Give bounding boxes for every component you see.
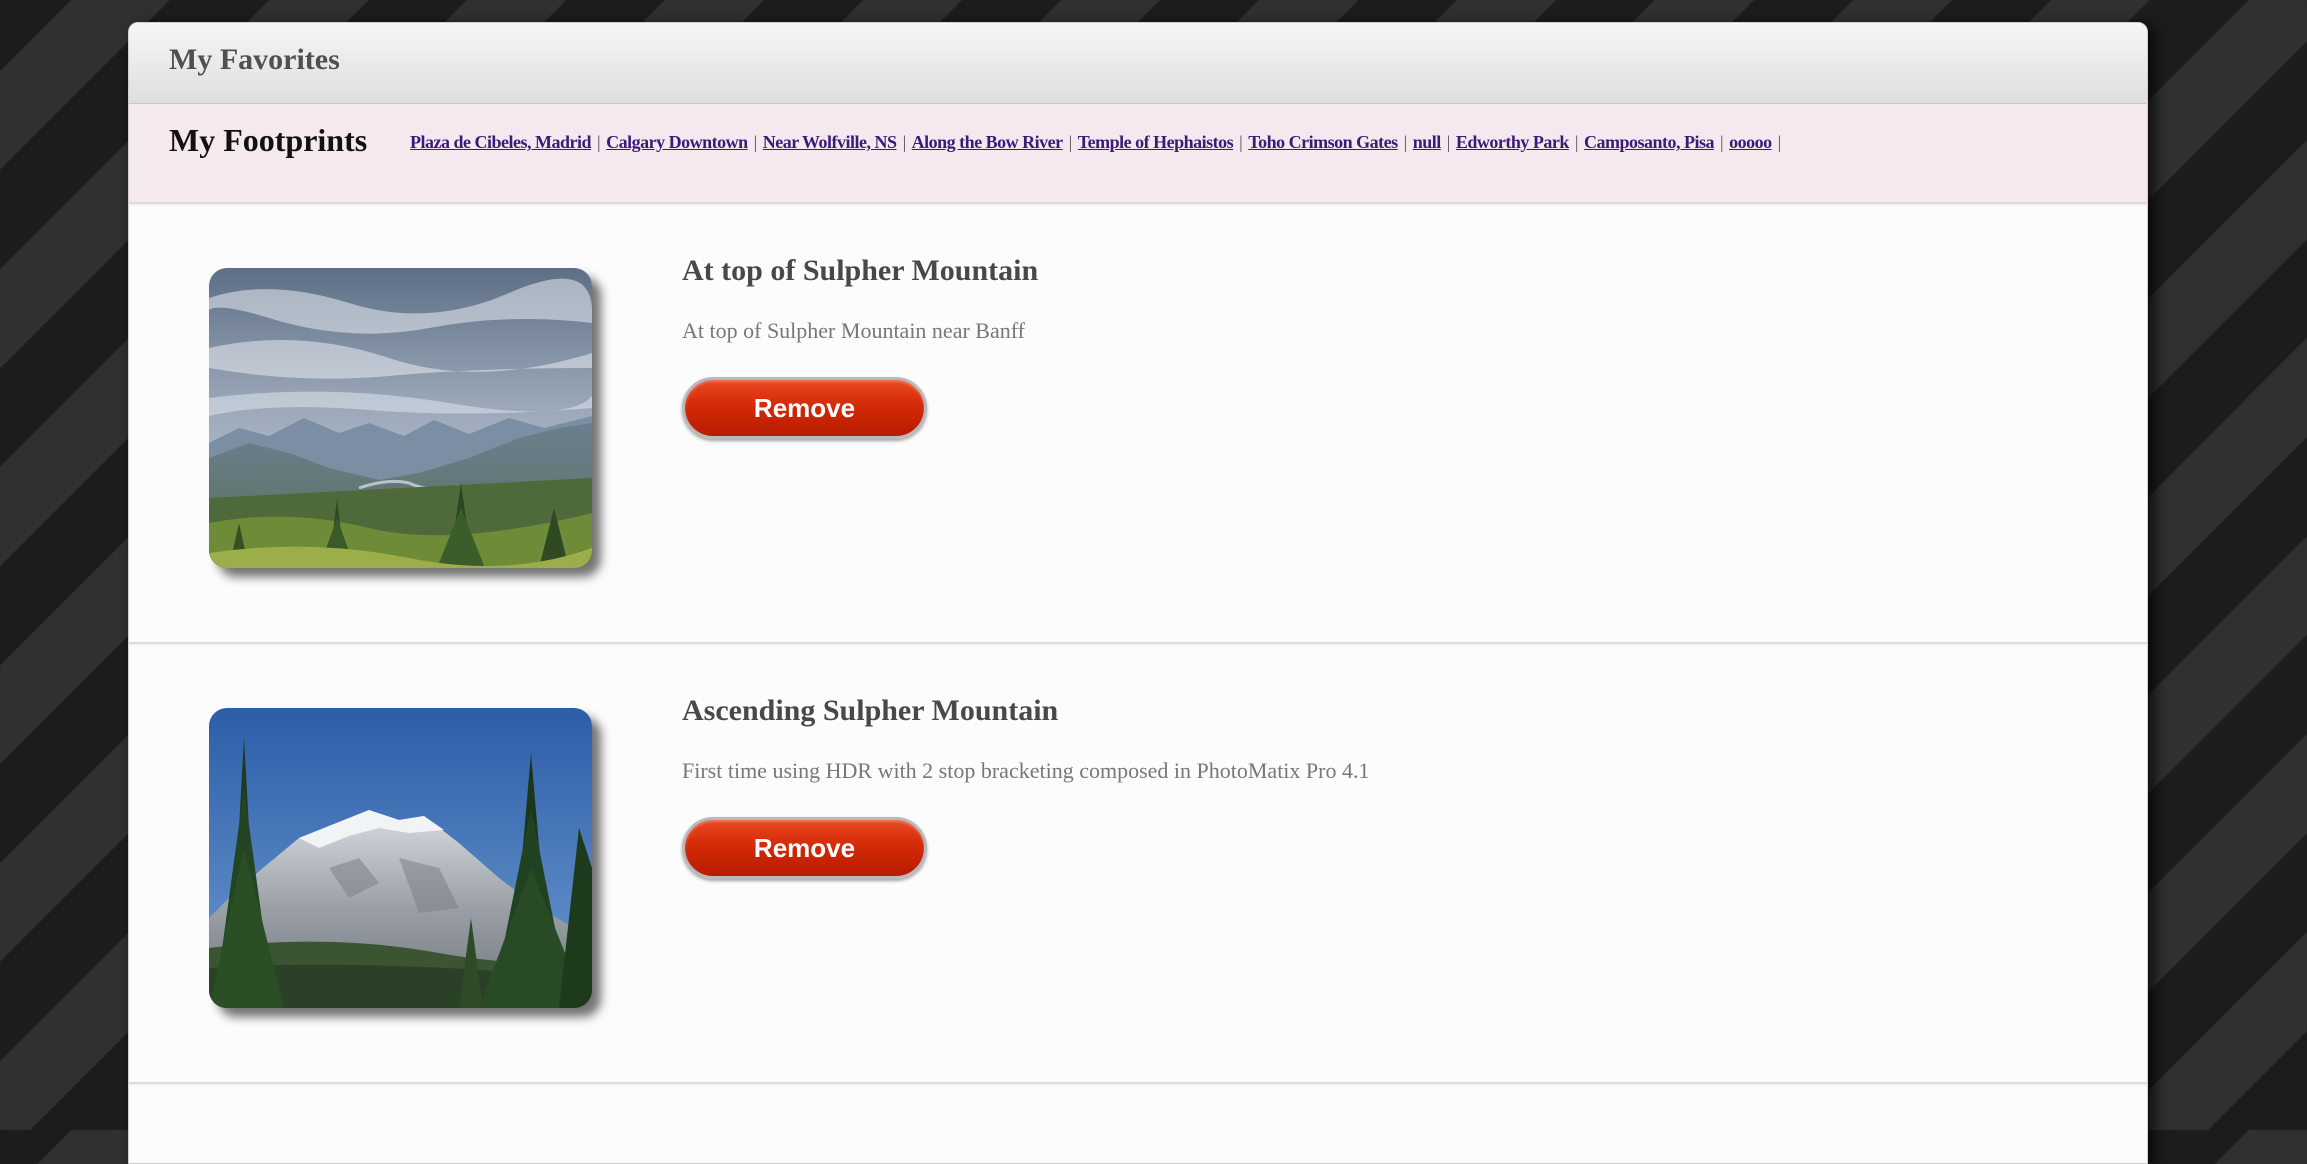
footprint-link[interactable]: Along the Bow River	[912, 132, 1064, 152]
favorite-title[interactable]: Ascending Sulpher Mountain	[682, 694, 1058, 728]
remove-button[interactable]: Remove	[682, 817, 927, 879]
footprint-link[interactable]: Edworthy Park	[1456, 132, 1570, 152]
favorites-panel: My Favorites My Footprints Plaza de Cibe…	[128, 22, 2148, 1164]
link-separator: |	[1777, 132, 1782, 152]
footprint-link[interactable]: null	[1413, 132, 1442, 152]
link-separator: |	[1403, 132, 1408, 152]
footprint-link[interactable]: Toho Crimson Gates	[1248, 132, 1398, 152]
link-separator: |	[1720, 132, 1724, 152]
remove-button[interactable]: Remove	[682, 377, 927, 439]
link-separator: |	[1068, 132, 1073, 152]
footprints-links: Plaza de Cibeles, Madrid | Calgary Downtow…	[410, 132, 1787, 153]
link-separator: |	[753, 132, 758, 152]
snowy-peak-photo-icon[interactable]	[209, 708, 592, 1008]
link-separator: |	[1446, 132, 1451, 152]
footprints-bar: My Footprints Plaza de Cibeles, Madrid | C…	[129, 104, 2147, 204]
link-separator: |	[1574, 132, 1579, 152]
link-separator: |	[902, 132, 907, 152]
footprint-link[interactable]: Calgary Downtown	[606, 132, 748, 152]
footprint-link[interactable]: ooooo	[1729, 132, 1772, 152]
footprint-link[interactable]: Near Wolfville, NS	[763, 132, 897, 152]
link-separator: |	[1239, 132, 1243, 152]
favorite-title[interactable]: At top of Sulpher Mountain	[682, 254, 1038, 288]
favorites-header: My Favorites	[129, 23, 2147, 104]
favorite-description: At top of Sulpher Mountain near Banff	[682, 318, 1025, 343]
footprint-link[interactable]: Plaza de Cibeles, Madrid	[410, 132, 591, 152]
footprint-link[interactable]: Temple of Hephaistos	[1078, 132, 1234, 152]
page-title: My Favorites	[169, 43, 340, 76]
favorite-item: Ascending Sulpher Mountain First time us…	[129, 644, 2147, 1084]
mountain-valley-photo-icon[interactable]	[209, 268, 592, 568]
favorite-description: First time using HDR with 2 stop bracket…	[682, 758, 1370, 783]
footprint-link[interactable]: Camposanto, Pisa	[1584, 132, 1715, 152]
footprints-title: My Footprints	[169, 122, 368, 158]
link-separator: |	[596, 132, 601, 152]
favorite-item: At top of Sulpher Mountain At top of Sul…	[129, 204, 2147, 644]
